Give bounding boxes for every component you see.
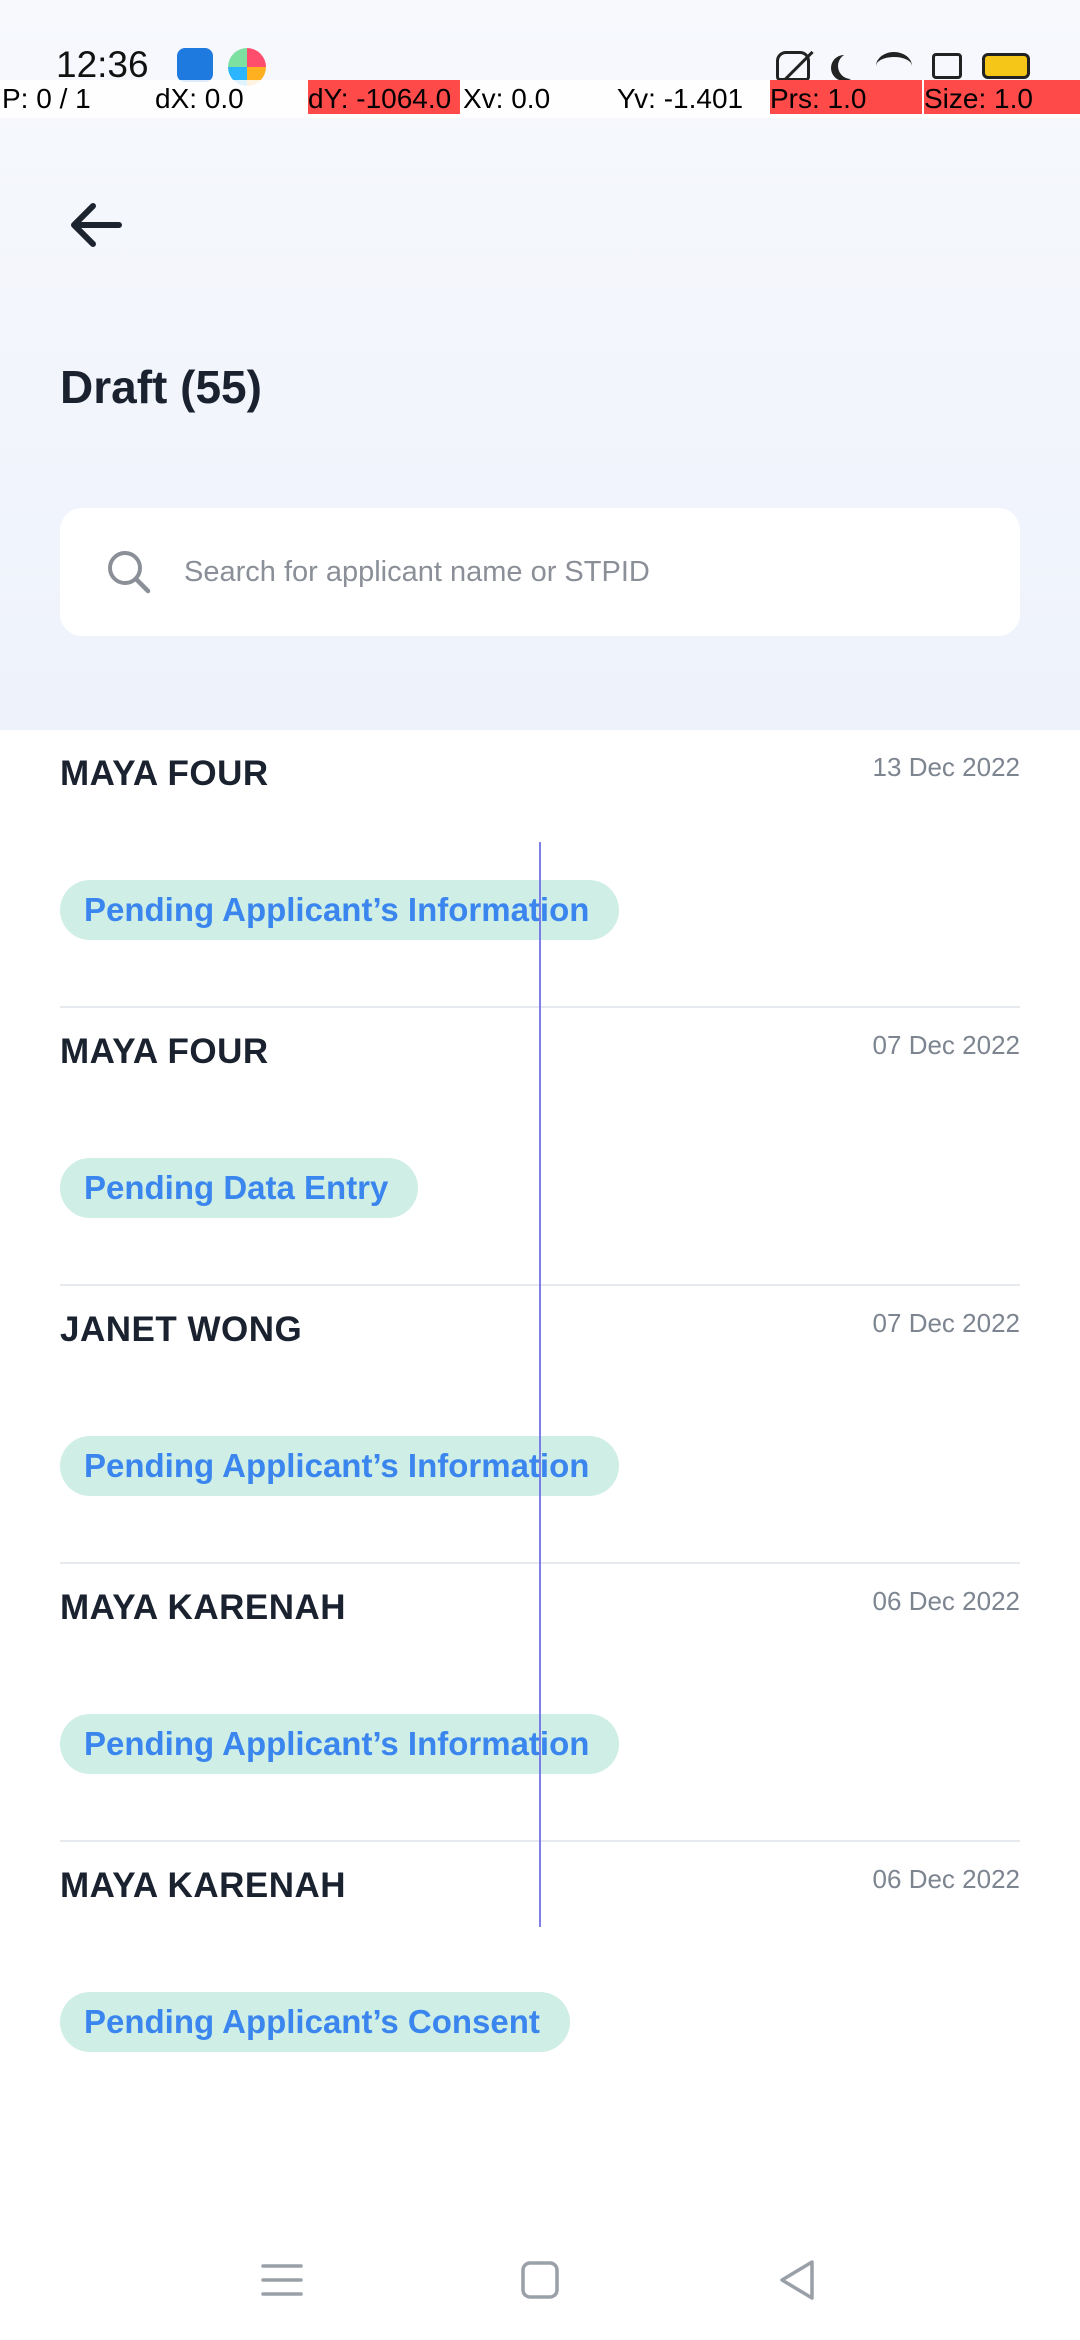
- status-bar: 12:36: [0, 0, 1080, 86]
- applicant-name: MAYA FOUR: [60, 754, 269, 793]
- search-icon: [106, 549, 152, 595]
- home-button[interactable]: [510, 2250, 570, 2310]
- square-icon: [521, 2261, 559, 2299]
- debug-pointer: P: 0 / 1: [2, 83, 91, 114]
- applicant-name: MAYA FOUR: [60, 1032, 269, 1071]
- do-not-disturb-icon: [838, 53, 864, 79]
- status-badge: Pending Applicant’s Information: [60, 880, 620, 940]
- debug-xv: Xv: 0.0: [463, 83, 551, 114]
- search-box[interactable]: [60, 508, 1020, 636]
- arrow-left-icon: [71, 203, 122, 247]
- page-title: Draft (55): [60, 361, 262, 413]
- mute-icon: [776, 51, 810, 81]
- debug-size: Size: 1.0: [924, 80, 1080, 114]
- back-button[interactable]: [60, 190, 130, 260]
- status-badge: Pending Applicant’s Information: [60, 1714, 620, 1774]
- draft-date: 07 Dec 2022: [872, 1030, 1020, 1060]
- debug-dy: dY: -1064.0: [308, 80, 460, 114]
- android-app-icon: [177, 48, 213, 82]
- debug-yv: Yv: -1.401: [617, 83, 744, 114]
- status-badge: Pending Applicant’s Information: [60, 1436, 620, 1496]
- debug-prs: Prs: 1.0: [770, 80, 922, 114]
- wifi-icon: [876, 52, 912, 80]
- battery-icon: [982, 53, 1030, 79]
- pointer-trace-line: [539, 842, 541, 1927]
- system-back-button[interactable]: [766, 2250, 826, 2310]
- draft-date: 07 Dec 2022: [872, 1308, 1020, 1338]
- status-badge: Pending Data Entry: [60, 1158, 419, 1218]
- status-badge: Pending Applicant’s Consent: [60, 1992, 570, 2052]
- debug-dx: dX: 0.0: [155, 83, 244, 114]
- applicant-name: JANET WONG: [60, 1310, 303, 1349]
- status-icons: [776, 48, 1030, 84]
- applicant-name: MAYA KARENAH: [60, 1866, 347, 1905]
- no-sim-icon: [932, 53, 962, 79]
- applicant-name: MAYA KARENAH: [60, 1588, 347, 1627]
- draft-date: 06 Dec 2022: [872, 1586, 1020, 1616]
- system-nav-bar: [0, 2220, 1080, 2340]
- draft-date: 13 Dec 2022: [872, 752, 1020, 782]
- draft-date: 06 Dec 2022: [872, 1864, 1020, 1894]
- pointer-debug-overlay: P: 0 / 1 dX: 0.0 dY: -1064.0 Xv: 0.0 Yv:…: [0, 80, 1080, 118]
- recents-button[interactable]: [252, 2250, 312, 2310]
- menu-icon: [261, 2264, 303, 2296]
- search-input[interactable]: [184, 555, 984, 589]
- triangle-back-icon: [780, 2260, 814, 2300]
